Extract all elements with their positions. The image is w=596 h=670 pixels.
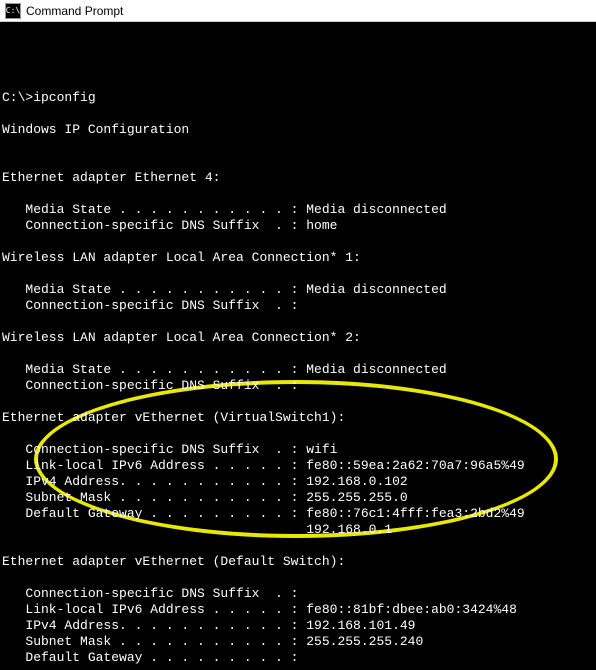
command-prompt-icon: C:\ — [5, 3, 21, 19]
window-title: Command Prompt — [26, 4, 123, 18]
terminal-text-content: C:\>ipconfig Windows IP Configuration Et… — [2, 74, 594, 670]
terminal-output[interactable]: C:\>ipconfig Windows IP Configuration Et… — [0, 22, 596, 670]
title-bar[interactable]: C:\ Command Prompt — [0, 0, 596, 22]
